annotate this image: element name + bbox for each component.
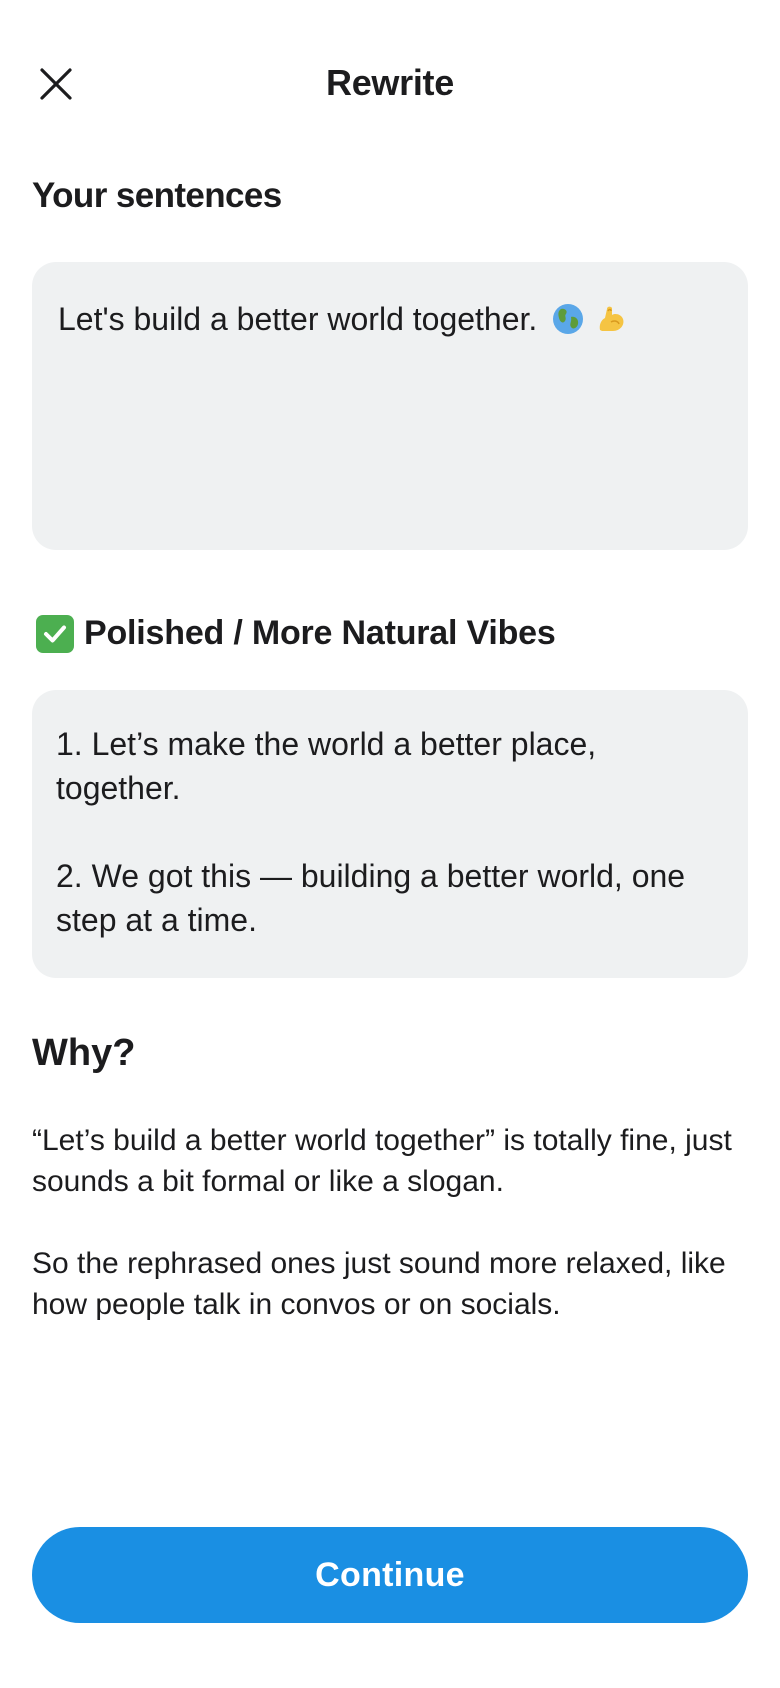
why-explanation: “Let’s build a better world together” is… bbox=[32, 1120, 762, 1325]
result-item[interactable]: 1. Let’s make the world a better place, … bbox=[56, 722, 724, 810]
flexed-biceps-icon bbox=[599, 306, 624, 331]
rewrite-results: 1. Let’s make the world a better place, … bbox=[32, 690, 748, 978]
rewrite-screen: Rewrite Your sentences Let's build a bet… bbox=[0, 0, 780, 1688]
continue-button[interactable]: Continue bbox=[32, 1527, 748, 1623]
check-mark-icon bbox=[36, 614, 74, 653]
sentence-input-text: Let's build a better world together. bbox=[58, 301, 538, 337]
sentence-input[interactable]: Let's build a better world together. bbox=[32, 262, 748, 550]
page-title: Rewrite bbox=[326, 62, 454, 103]
result-heading-text: Polished / More Natural Vibes bbox=[84, 614, 556, 652]
header: Rewrite bbox=[0, 44, 780, 120]
globe-icon bbox=[553, 304, 584, 334]
result-item[interactable]: 2. We got this — building a better world… bbox=[56, 854, 724, 942]
why-paragraph: So the rephrased ones just sound more re… bbox=[32, 1247, 726, 1321]
result-heading: Polished / More Natural Vibes bbox=[36, 614, 556, 653]
your-sentences-label: Your sentences bbox=[32, 176, 282, 215]
why-paragraph: “Let’s build a better world together” is… bbox=[32, 1124, 732, 1198]
why-heading: Why? bbox=[32, 1032, 136, 1074]
